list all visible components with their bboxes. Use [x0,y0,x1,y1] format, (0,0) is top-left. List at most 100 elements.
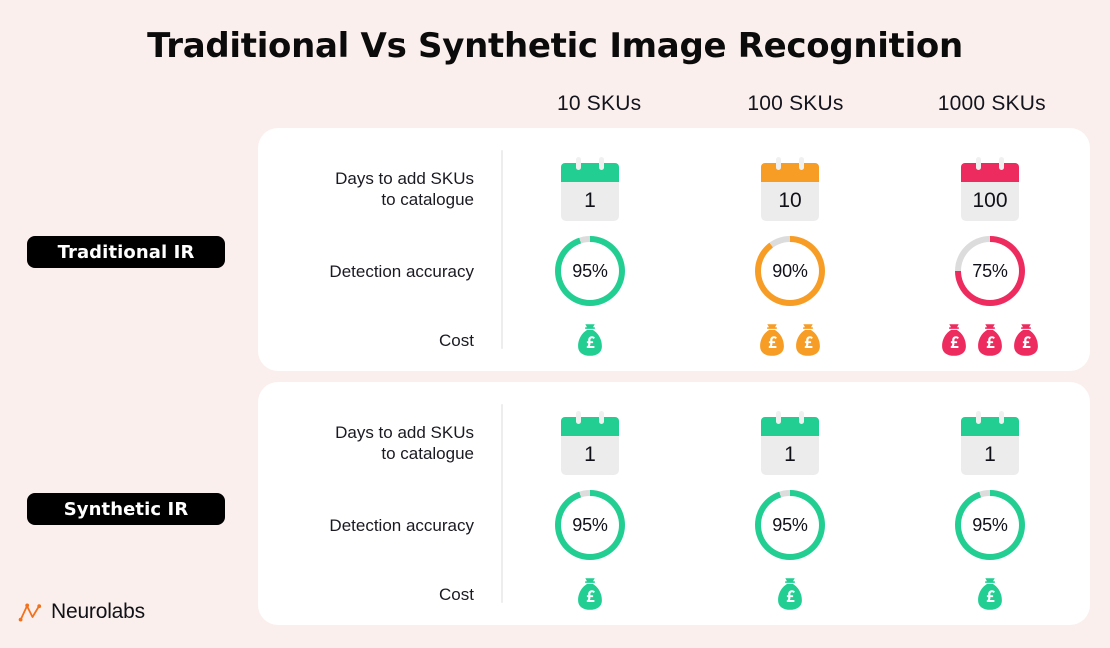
money-bag-icon [775,576,805,612]
accuracy-value: 95% [572,260,608,281]
row-cost: Cost [258,314,1090,366]
money-bag-icon [975,576,1005,612]
calendar-icon: 1 [561,157,619,221]
money-bag-icon [575,322,605,358]
money-bag-icon [1011,322,1041,358]
row-label-days: Days to add SKUs to catalogue [258,422,490,464]
accuracy-donut-chart: 95% [755,490,825,560]
calendar-ring-right [599,157,604,170]
cell-cost-1000-skus [890,568,1090,620]
row-label-days-line2: to catalogue [381,444,474,463]
accuracy-value: 95% [772,514,808,535]
card-traditional-ir: Days to add SKUs to catalogue 1 10 100 D… [258,128,1090,371]
badge-traditional-ir: Traditional IR [27,236,225,268]
calendar-header [761,417,819,436]
calendar-body: 1 [561,182,619,221]
calendar-ring-right [599,411,604,424]
cell-days-10-skus: 1 [490,150,690,228]
accuracy-cells: 95% 90% 75% [490,232,1090,310]
cell-accuracy-100-skus: 95% [690,486,890,564]
cell-cost-10-skus [490,314,690,366]
calendar-day-value: 1 [784,443,796,466]
accuracy-donut-chart: 95% [955,490,1025,560]
donut-center: 90% [761,242,819,300]
row-detection-accuracy: Detection accuracy 95% 95% 95% [258,486,1090,564]
calendar-day-value: 10 [778,189,802,212]
badge-synthetic-ir: Synthetic IR [27,493,225,525]
row-label-days-line1: Days to add SKUs [335,423,474,442]
calendar-ring-right [999,411,1004,424]
accuracy-value: 75% [972,260,1008,281]
calendar-icon: 10 [761,157,819,221]
days-cells: 1 10 100 [490,150,1090,228]
accuracy-value: 95% [972,514,1008,535]
donut-center: 95% [561,496,619,554]
cell-cost-1000-skus [890,314,1090,366]
cell-days-100-skus: 10 [690,150,890,228]
column-header-100-skus: 100 SKUs [747,92,844,115]
calendar-ring-left [576,411,581,424]
calendar-ring-right [999,157,1004,170]
money-bag-icon [575,576,605,612]
calendar-header [561,163,619,182]
money-bag-icon [975,322,1005,358]
row-days-to-add-skus: Days to add SKUs to catalogue 1 1 1 [258,404,1090,482]
metric-rows: Days to add SKUs to catalogue 1 10 100 D… [258,128,1090,371]
calendar-ring-left [976,411,981,424]
calendar-day-value: 1 [584,443,596,466]
donut-center: 95% [961,496,1019,554]
page-title: Traditional Vs Synthetic Image Recogniti… [147,26,963,66]
row-days-to-add-skus: Days to add SKUs to catalogue 1 10 100 [258,150,1090,228]
calendar-ring-left [976,157,981,170]
donut-center: 95% [561,242,619,300]
days-cells: 1 1 1 [490,404,1090,482]
accuracy-donut-chart: 95% [555,236,625,306]
cost-cells [490,568,1090,620]
column-header-10-skus: 10 SKUs [557,92,642,115]
calendar-ring-left [776,157,781,170]
calendar-body: 1 [761,436,819,475]
cell-accuracy-1000-skus: 75% [890,232,1090,310]
cell-accuracy-10-skus: 95% [490,232,690,310]
card-synthetic-ir: Days to add SKUs to catalogue 1 1 1 Dete… [258,382,1090,625]
neurolabs-mark-icon [18,601,44,623]
cell-days-100-skus: 1 [690,404,890,482]
calendar-icon: 1 [761,411,819,475]
cell-accuracy-100-skus: 90% [690,232,890,310]
donut-center: 95% [761,496,819,554]
calendar-body: 1 [561,436,619,475]
row-detection-accuracy: Detection accuracy 95% 90% 75% [258,232,1090,310]
row-label-cost: Cost [439,584,474,604]
infographic-frame: Traditional Vs Synthetic Image Recogniti… [0,0,1110,648]
cell-days-1000-skus: 1 [890,404,1090,482]
cell-cost-10-skus [490,568,690,620]
cell-accuracy-10-skus: 95% [490,486,690,564]
calendar-day-value: 100 [972,189,1008,212]
calendar-ring-left [776,411,781,424]
metric-rows: Days to add SKUs to catalogue 1 1 1 Dete… [258,382,1090,625]
money-bag-icon [793,322,823,358]
money-bag-icon [757,322,787,358]
calendar-icon: 100 [961,157,1019,221]
calendar-icon: 1 [561,411,619,475]
accuracy-donut-chart: 90% [755,236,825,306]
calendar-body: 10 [761,182,819,221]
calendar-day-value: 1 [984,443,996,466]
donut-center: 75% [961,242,1019,300]
cell-cost-100-skus [690,568,890,620]
cost-cells [490,314,1090,366]
calendar-header [561,417,619,436]
cell-days-10-skus: 1 [490,404,690,482]
calendar-day-value: 1 [584,189,596,212]
column-headers: 10 SKUs 100 SKUs 1000 SKUs [501,92,1090,126]
money-bag-icon [939,322,969,358]
column-header-1000-skus: 1000 SKUs [937,92,1046,115]
row-label-days: Days to add SKUs to catalogue [258,168,490,210]
accuracy-cells: 95% 95% 95% [490,486,1090,564]
neurolabs-logo: Neurolabs [18,600,145,624]
row-label-days-line1: Days to add SKUs [335,169,474,188]
calendar-ring-left [576,157,581,170]
cell-accuracy-1000-skus: 95% [890,486,1090,564]
calendar-body: 1 [961,436,1019,475]
calendar-body: 100 [961,182,1019,221]
